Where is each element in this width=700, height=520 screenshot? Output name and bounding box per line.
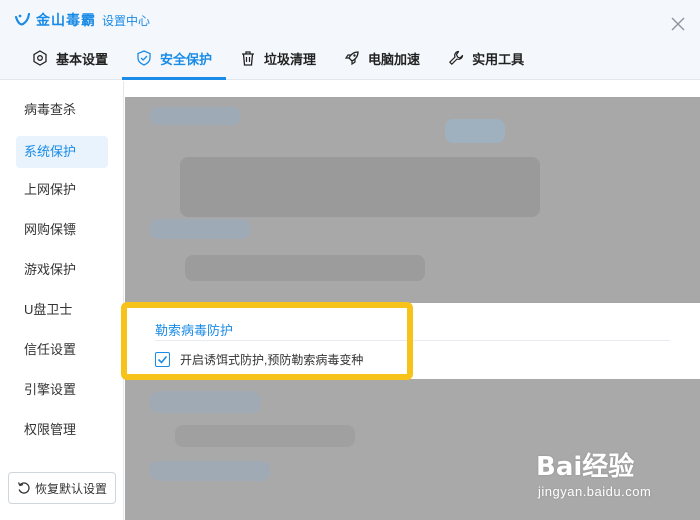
duba-logo-icon [14,11,32,29]
tab-utilities[interactable]: 实用工具 [434,36,538,80]
watermark-url: jingyan.baidu.com [538,484,652,499]
close-icon [671,17,685,31]
shield-icon [136,50,152,66]
sidebar-item-shopping-guard[interactable]: 网购保镖 [16,214,108,246]
sidebar: 病毒查杀 系统保护 上网保护 网购保镖 游戏保护 U盘卫士 信任设置 引擎设置 … [0,81,124,520]
sidebar-item-web-protection[interactable]: 上网保护 [16,174,108,206]
sidebar-item-usb-guard[interactable]: U盘卫士 [16,294,108,326]
blurred-heading [150,461,270,481]
gear-icon [32,50,48,66]
restore-defaults-button[interactable]: 恢复默认设置 [8,472,116,504]
blurred-text [185,255,425,281]
sidebar-item-system-protection[interactable]: 系统保护 [16,136,108,168]
tab-pc-speedup[interactable]: 电脑加速 [330,36,434,80]
tab-label: 电脑加速 [368,51,421,67]
close-button[interactable] [670,16,686,32]
blurred-heading [150,391,260,413]
sidebar-item-permission-management[interactable]: 权限管理 [16,414,108,446]
app-name: 金山毒霸 [36,12,96,28]
tab-label: 基本设置 [56,51,109,67]
brand: 金山毒霸 设置中心 [14,10,150,30]
blurred-settings-region [125,97,700,303]
trash-icon [240,50,256,66]
rocket-icon [344,50,360,66]
baidu-jingyan-watermark: Bai经验 jingyan.baidu.com [536,446,686,502]
restore-defaults-label: 恢复默认设置 [34,481,107,496]
blurred-heading [150,219,250,239]
app-subtitle: 设置中心 [102,13,151,28]
watermark-logo: Bai经验 [536,452,635,482]
sidebar-item-game-protection[interactable]: 游戏保护 [16,254,108,286]
tab-junk-cleanup[interactable]: 垃圾清理 [226,36,330,80]
restore-icon [17,481,31,495]
tab-basic-settings[interactable]: 基本设置 [18,36,122,80]
sidebar-item-virus-scan[interactable]: 病毒查杀 [16,94,108,126]
tab-security-protection[interactable]: 安全保护 [122,36,227,80]
blurred-heading [150,107,240,125]
main-tabs: 基本设置 安全保护 垃圾清理 电脑加速 实用工具 [18,36,538,80]
tab-label: 垃圾清理 [264,51,317,67]
sidebar-item-trust-settings[interactable]: 信任设置 [16,334,108,366]
highlight-frame [121,302,413,380]
blurred-text [175,425,355,447]
wrench-icon [448,50,464,66]
blurred-text [180,157,540,217]
tab-label: 实用工具 [472,51,525,67]
sidebar-item-engine-settings[interactable]: 引擎设置 [16,374,108,406]
blurred-element [445,119,505,143]
title-bar: 金山毒霸 设置中心 基本设置 安全保护 垃圾清理 电脑加速 实用工具 [0,0,700,80]
tab-label: 安全保护 [160,51,213,67]
